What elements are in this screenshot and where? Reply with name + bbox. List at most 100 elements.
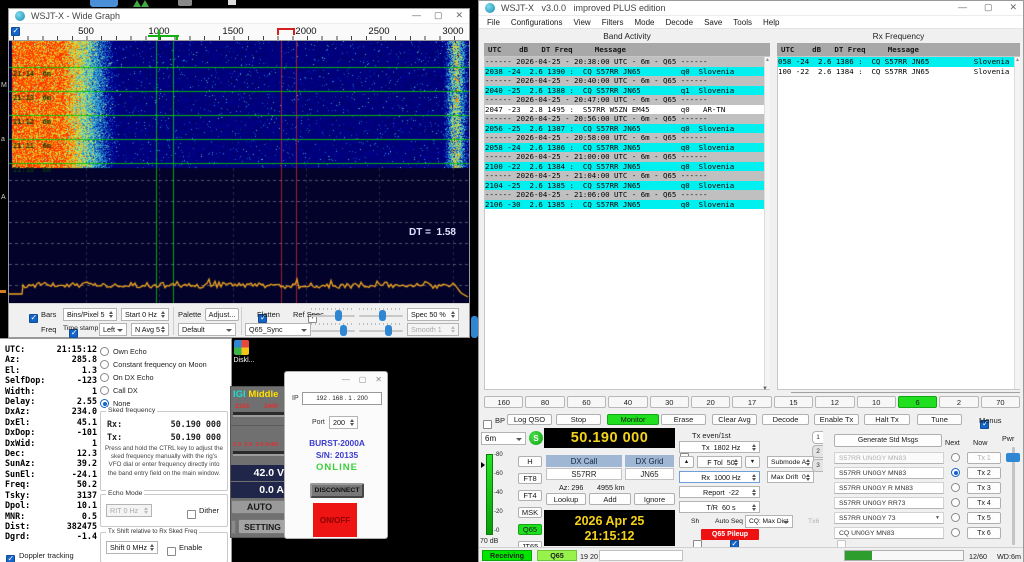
echo-option[interactable]: On DX Echo <box>100 371 228 384</box>
radio-icon[interactable] <box>100 386 109 395</box>
generate-std-msgs-button[interactable]: Generate Std Msgs <box>834 434 942 447</box>
bp-checkbox[interactable] <box>483 420 492 429</box>
sync-dropdown[interactable]: Q65_Sync <box>245 323 311 336</box>
decode-separator-row[interactable]: ------ 2026-04-25 - 21:00:00 UTC - 6m - … <box>485 152 769 162</box>
stop-button[interactable]: Stop <box>556 414 601 425</box>
spinner-arrows-icon[interactable] <box>750 443 758 451</box>
menu-configurations[interactable]: Configurations <box>511 18 563 27</box>
smooth-spinner[interactable]: Smooth 1 <box>407 323 459 336</box>
ip-field[interactable]: 192 . 168 . 1 . 200 <box>302 392 382 405</box>
enable-tx-button[interactable]: Enable Tx <box>814 414 859 425</box>
bins-pixel-spinner[interactable]: Bins/Pixel 5 <box>63 308 117 321</box>
spinner-arrows-icon[interactable] <box>750 488 758 496</box>
pwr-slider[interactable] <box>1005 447 1021 545</box>
band-button-10[interactable]: 10 <box>857 396 896 408</box>
decode-message-row[interactable]: 2047 -23 2.8 1495 : S57RR W5ZN EM45 q0 A… <box>485 105 769 115</box>
decode-message-row[interactable]: 2056 -25 2.6 1387 : CQ S57RR JN65 q0 Slo… <box>485 124 769 134</box>
tune-button[interactable]: Tune <box>917 414 962 425</box>
decode-separator-row[interactable]: ------ 2026-04-25 - 21:06:00 UTC - 6m - … <box>485 190 769 200</box>
tx-message-field-5[interactable]: S57RR UN0GY 73▼ <box>834 512 944 524</box>
tx-message-field-3[interactable]: S57RR UN0GY R MN83 <box>834 482 944 494</box>
spectrum-gain-slider[interactable] <box>311 323 355 336</box>
mode-button-h[interactable]: H <box>518 456 542 467</box>
spinner-arrows-icon[interactable] <box>804 473 812 481</box>
spinner-arrows-icon[interactable] <box>449 310 457 319</box>
dx-call-field[interactable]: S57RR <box>546 468 622 480</box>
lookup-button[interactable]: Lookup <box>546 493 586 505</box>
frequency-scale[interactable]: 50010001500200025003000 <box>9 24 469 41</box>
waterfall-zero-slider[interactable] <box>359 308 403 321</box>
menu-mode[interactable]: Mode <box>634 18 654 27</box>
decode-separator-row[interactable]: ------ 2026-04-25 - 20:58:00 UTC - 6m - … <box>485 133 769 143</box>
maximize-icon[interactable]: ▢ <box>984 2 993 13</box>
band-button-70[interactable]: 70 <box>981 396 1020 408</box>
minimize-icon[interactable]: — <box>958 2 967 13</box>
mode-button-msk[interactable]: MSK <box>518 507 542 518</box>
shift-enable-checkbox[interactable] <box>167 547 176 556</box>
rit-spinner[interactable]: RIT 0 Hz <box>106 504 152 517</box>
menu-help[interactable]: Help <box>763 18 779 27</box>
setting-button[interactable]: SETTING <box>238 519 287 534</box>
start-hz-spinner[interactable]: Start 0 Hz <box>121 308 169 321</box>
spinner-arrows-icon[interactable] <box>107 310 115 319</box>
mode-button-q65[interactable]: Q65 <box>518 524 542 535</box>
decode-separator-row[interactable]: ------ 2026-04-25 - 20:38:00 UTC - 6m - … <box>485 57 769 67</box>
doppler-tracking-checkbox[interactable] <box>6 555 15 562</box>
decode-message-row[interactable]: 2100 -22 2.6 1384 : CQ S57RR JN65 q0 Slo… <box>485 162 769 172</box>
echo-option[interactable]: Call DX <box>100 384 228 397</box>
add-button[interactable]: Add <box>589 493 631 505</box>
tx-to-rx-button[interactable]: ▲ <box>679 456 694 468</box>
decode-separator-row[interactable]: ------ 2026-04-25 - 20:47:00 UTC - 6m - … <box>485 95 769 105</box>
band-button-20[interactable]: 20 <box>691 396 730 408</box>
tx-now-button-2[interactable]: Tx 2 <box>967 467 1001 479</box>
band-activity-list[interactable]: ------ 2026-04-25 - 20:38:00 UTC - 6m - … <box>484 56 770 390</box>
band-button-6[interactable]: 6 <box>898 396 937 408</box>
pwr-slider-handle[interactable] <box>1006 453 1020 462</box>
menu-decode[interactable]: Decode <box>665 18 693 27</box>
time-stamp-dropdown[interactable]: Left <box>99 323 127 336</box>
decode-message-row[interactable]: 100 -22 2.6 1384 : CQ S57RR JN65 Sloveni… <box>778 67 1019 77</box>
dither-checkbox[interactable] <box>187 510 196 519</box>
tx-freq-spinner[interactable]: Tx 1802 Hz <box>679 441 760 453</box>
log-qso-button[interactable]: Log QSO <box>507 414 552 425</box>
decode-message-row[interactable]: 2038 -24 2.6 1390 : CQ S57RR JN65 q0 Slo… <box>485 67 769 77</box>
radio-icon[interactable] <box>100 373 109 382</box>
minimize-icon[interactable]: — <box>342 375 350 384</box>
mode-button-ft8[interactable]: FT8 <box>518 473 542 484</box>
spinner-arrows-icon[interactable] <box>804 458 812 466</box>
rx-frequency-scrollbar[interactable]: ▲ <box>1014 57 1020 389</box>
spinner-arrows-icon[interactable] <box>750 503 758 511</box>
tx-now-button-5[interactable]: Tx 5 <box>967 512 1001 524</box>
spinner-arrows-icon[interactable] <box>148 543 156 552</box>
main-titlebar[interactable]: WSJT-X v3.0.0 improved PLUS edition — ▢ … <box>479 1 1023 16</box>
spinner-arrows-icon[interactable] <box>159 325 167 334</box>
edge-slider-handle[interactable] <box>471 316 478 338</box>
tx-next-radio-6[interactable] <box>951 528 960 537</box>
message-tab-3[interactable]: 3 <box>812 459 823 472</box>
menu-filters[interactable]: Filters <box>602 18 624 27</box>
decode-separator-row[interactable]: ------ 2026-04-25 - 21:04:00 UTC - 6m - … <box>485 171 769 181</box>
band-button-30[interactable]: 30 <box>650 396 689 408</box>
rx-to-tx-button[interactable]: ▼ <box>745 456 760 468</box>
spinner-arrows-icon[interactable] <box>159 310 167 319</box>
tx-now-button-6[interactable]: Tx 6 <box>967 527 1001 539</box>
tx-message-field-2[interactable]: S57RR UN0GY MN83 <box>834 467 944 479</box>
shift-spinner[interactable]: Shift 0 MHz <box>106 541 158 554</box>
message-tab-2[interactable]: 2 <box>812 445 823 458</box>
rx-freq-spinner[interactable]: Rx 1000 Hz <box>679 471 760 483</box>
close-icon[interactable]: ✕ <box>1009 2 1017 13</box>
decode-message-row[interactable]: 2040 -25 2.6 1388 : CQ S57RR JN65 q1 Slo… <box>485 86 769 96</box>
decode-message-row[interactable]: 058 -24 2.6 1386 : CQ S57RR JN65 Sloveni… <box>778 57 1019 67</box>
erase-button[interactable]: Erase <box>661 414 706 425</box>
radio-icon[interactable] <box>100 360 109 369</box>
band-button-12[interactable]: 12 <box>815 396 854 408</box>
decode-separator-row[interactable]: ------ 2026-04-25 - 20:56:00 UTC - 6m - … <box>485 114 769 124</box>
dx-grid-field[interactable]: JN65 <box>625 468 674 480</box>
tx-message-field-6[interactable]: CQ UN0GY MN83 <box>834 527 944 539</box>
report-spinner[interactable]: Report -22 <box>679 486 760 498</box>
frequency-display[interactable]: 50.190 000 <box>544 428 675 448</box>
band-button-15[interactable]: 15 <box>774 396 813 408</box>
radio-icon[interactable] <box>100 347 109 356</box>
split-s-button[interactable]: S <box>529 431 543 445</box>
palette-dropdown[interactable]: Default <box>178 323 236 336</box>
